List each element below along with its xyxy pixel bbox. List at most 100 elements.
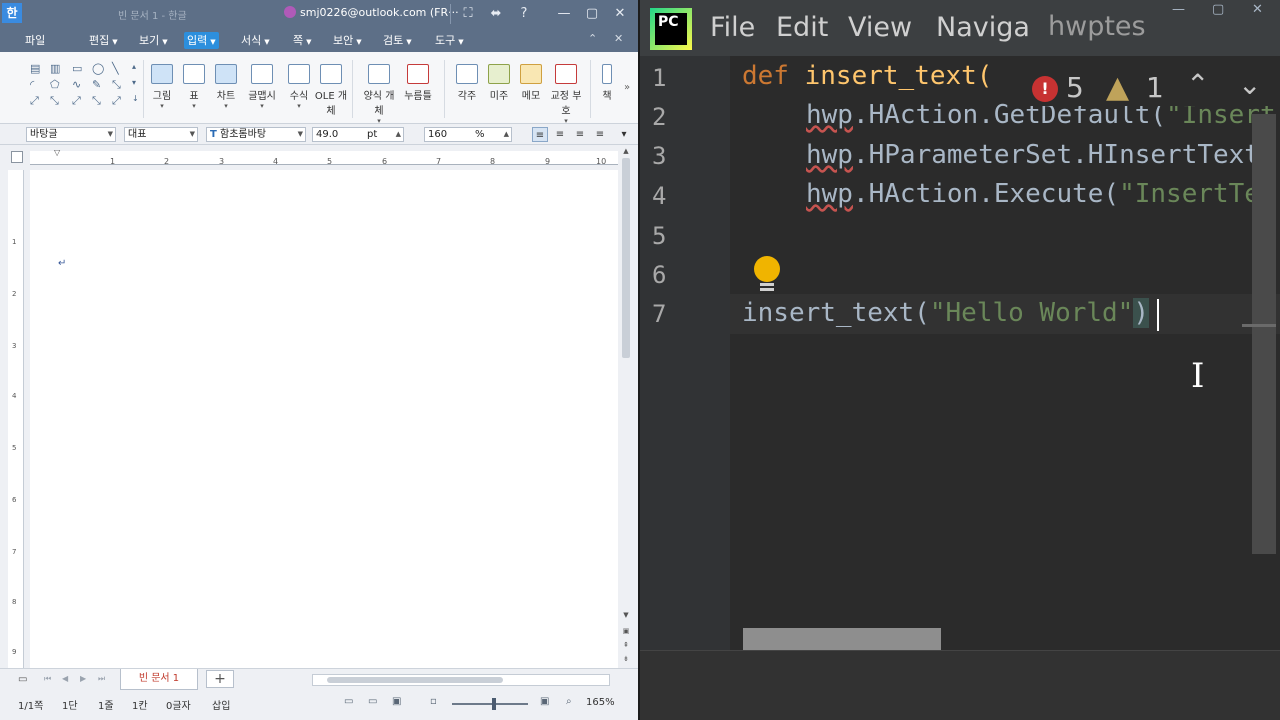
menu-file[interactable]: 파일 — [22, 32, 48, 49]
language-select[interactable]: 대표 ▼ — [124, 127, 198, 142]
view-mode-icon[interactable]: ▣ — [621, 626, 631, 636]
previous-problem-icon[interactable]: ⌃ — [1186, 68, 1209, 101]
hwp-logo-icon[interactable]: 한 — [2, 3, 22, 23]
shape-gallery[interactable]: ▤ ▥ ▭ ◯ ╲ ◜ ⬠ ∿ ✎ ⤡ ⤢ ⤡ ⤢ ⤡ ⤢ ▴ ▾ ↓ — [28, 62, 140, 112]
zoom-out-icon[interactable]: ▫ — [430, 696, 437, 707]
connector-arrow-icon[interactable]: ⤡ — [92, 94, 101, 108]
scroll-thumb[interactable] — [327, 677, 503, 683]
ribbon-field-button[interactable]: 누름틀 — [400, 64, 436, 102]
menu-edit[interactable]: 편집 ▼ — [86, 32, 121, 49]
ruler-band[interactable]: 1 2 3 4 5 6 7 8 9 10 — [30, 151, 618, 166]
page-up-icon[interactable]: ⇞ — [621, 640, 631, 650]
align-center-icon[interactable]: ≡ — [572, 127, 588, 142]
connector-double-icon[interactable]: ⤢ — [112, 94, 121, 108]
arc-icon[interactable]: ◜ — [30, 78, 34, 91]
split-view-icon[interactable]: ⬌ — [486, 4, 506, 24]
warning-count[interactable]: 1 — [1146, 71, 1164, 104]
stepper-icon[interactable]: ▲ — [396, 128, 401, 141]
line-icon[interactable]: ╲ — [112, 62, 119, 75]
add-tab-button[interactable]: + — [206, 670, 234, 688]
ribbon-equation-button[interactable]: 수식 ▾ — [281, 64, 317, 110]
menu-navigate[interactable]: Naviga — [936, 12, 1030, 43]
line-spacing-select[interactable]: 160% ▲ — [424, 127, 512, 142]
polygon-icon[interactable]: ⬠ — [50, 78, 60, 91]
account-label[interactable]: smj0226@outlook.com (FR··· — [284, 6, 459, 19]
rectangle-icon[interactable]: ▭ — [72, 62, 82, 75]
connector-curve-icon[interactable]: ⤢ — [72, 94, 81, 108]
maximize-button[interactable]: ▢ — [1212, 2, 1224, 17]
menu-format[interactable]: 서식 ▼ — [238, 32, 273, 49]
fullscreen-icon[interactable]: ⛶ — [458, 4, 478, 24]
status-zoom[interactable]: 165% — [586, 697, 615, 708]
connector-straight-icon[interactable]: ⤢ — [30, 94, 39, 108]
vertical-ruler[interactable]: 1 2 3 4 5 6 7 8 9 — [8, 170, 24, 668]
menu-view[interactable]: 보기 ▼ — [136, 32, 171, 49]
connector-icon[interactable]: ⤡ — [112, 78, 121, 92]
scroll-down-icon[interactable]: ▼ — [621, 610, 631, 620]
zoom-magnifier-icon[interactable]: ⌕ — [566, 696, 572, 707]
minimize-button[interactable]: — — [554, 4, 574, 24]
editor-horizontal-scrollbar[interactable] — [743, 628, 941, 650]
align-justify-icon[interactable]: ≡ — [532, 127, 548, 142]
horizontal-scrollbar[interactable] — [312, 674, 610, 686]
connector-elbow-icon[interactable]: ⤡ — [50, 94, 59, 108]
code-line-4[interactable]: hwp.HAction.Execute("InsertTex — [806, 179, 1276, 209]
menu-review[interactable]: 검토 ▼ — [380, 32, 415, 49]
code-line-1[interactable]: def insert_text( — [742, 61, 992, 91]
font-size-select[interactable]: 49.0 pt ▲ — [312, 127, 404, 142]
document-page[interactable]: ↵ — [30, 170, 618, 668]
menu-insert[interactable]: 입력 ▼ — [184, 32, 219, 49]
curve-icon[interactable]: ∿ — [72, 78, 81, 91]
next-problem-icon[interactable]: ⌄ — [1238, 68, 1261, 101]
tab-type-icon[interactable] — [11, 151, 23, 163]
fit-page-icon[interactable]: ▣ — [392, 696, 401, 707]
ribbon-picture-button[interactable]: 그림 ▾ — [144, 64, 180, 110]
menu-view[interactable]: View — [848, 12, 912, 43]
ellipse-icon[interactable]: ◯ — [92, 62, 104, 75]
ribbon-ole-button[interactable]: OLE 개체 — [313, 64, 349, 117]
prev-tab-icon[interactable]: ◀ — [62, 674, 68, 683]
menu-tools[interactable]: 도구 ▼ — [432, 32, 467, 49]
first-tab-icon[interactable]: ⏮ — [44, 674, 51, 684]
close-button[interactable]: ✕ — [610, 4, 630, 24]
code-line-3[interactable]: hwp.HParameterSet.HInsertText. — [806, 140, 1276, 170]
zoom-slider-knob[interactable] — [492, 698, 496, 710]
text-box-icon[interactable]: ▤ — [30, 62, 40, 75]
scroll-up-icon[interactable]: ▴ — [132, 62, 136, 71]
freehand-icon[interactable]: ✎ — [92, 78, 101, 91]
zoom-slider[interactable] — [452, 698, 528, 710]
error-icon[interactable]: ! — [1032, 76, 1058, 102]
collapse-ribbon-icon[interactable]: ⌃ — [588, 32, 597, 45]
code-line-7[interactable]: insert_text("Hello World") — [742, 298, 1149, 328]
tab-list-icon[interactable]: ▭ — [18, 674, 27, 685]
web-view-icon[interactable]: ▭ — [368, 696, 377, 707]
ribbon-memo-button[interactable]: 메모 — [513, 64, 549, 102]
ribbon-book-button[interactable]: 책 — [594, 64, 620, 102]
status-mode[interactable]: 삽입 — [212, 697, 230, 712]
next-tab-icon[interactable]: ▶ — [80, 674, 86, 683]
last-tab-icon[interactable]: ⏭ — [98, 674, 105, 684]
menu-page[interactable]: 쪽 ▼ — [290, 32, 315, 49]
ribbon-footnote-button[interactable]: 각주 — [449, 64, 485, 102]
ribbon-endnote-button[interactable]: 미주 — [481, 64, 517, 102]
format-more-icon[interactable]: ▾ — [618, 127, 630, 142]
code-editor[interactable]: 1 2 3 4 5 6 7 def insert_text( hwp.HActi… — [640, 56, 1280, 650]
ribbon-chart-button[interactable]: 차트 ▾ — [208, 64, 244, 110]
menu-security[interactable]: 보안 ▼ — [330, 32, 365, 49]
pycharm-logo-icon[interactable]: PC — [650, 8, 692, 50]
stepper-icon[interactable]: ▲ — [504, 128, 509, 141]
error-count[interactable]: 5 — [1066, 71, 1084, 104]
ribbon-form-object-button[interactable]: 양식 개체 ▾ — [361, 64, 397, 125]
maximize-button[interactable]: ▢ — [582, 4, 602, 24]
ribbon-table-button[interactable]: 표 ▾ — [176, 64, 212, 110]
menu-file[interactable]: File — [710, 12, 755, 43]
style-select[interactable]: 바탕글 ▼ — [26, 127, 116, 142]
scroll-down-icon[interactable]: ↓ — [132, 94, 139, 103]
close-button[interactable]: ✕ — [1252, 2, 1263, 17]
page-down-icon[interactable]: ⇟ — [621, 654, 631, 664]
lightbulb-icon[interactable] — [752, 256, 782, 294]
horizontal-ruler[interactable]: 1 2 3 4 5 6 7 8 9 10 ▽ — [0, 146, 638, 168]
text-box-vertical-icon[interactable]: ▥ — [50, 62, 60, 75]
help-icon[interactable]: ? — [514, 4, 534, 24]
minimize-button[interactable]: — — [1172, 2, 1185, 17]
